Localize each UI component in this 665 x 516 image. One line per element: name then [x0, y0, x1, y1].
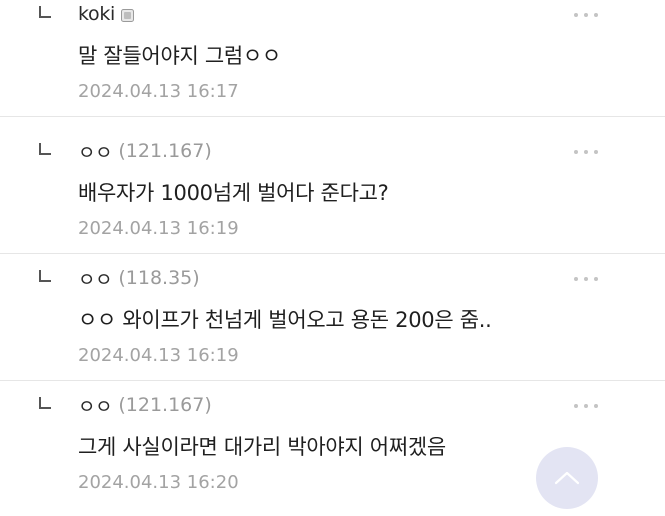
comment-nickname[interactable]: ㅇㅇ [78, 138, 113, 165]
comment-ip: (121.167) [118, 394, 212, 416]
comment-date: 2024.04.13 16:19 [78, 345, 239, 366]
comment-author-line: koki [78, 1, 135, 27]
comment-author-line: ㅇㅇ (118.35) [78, 265, 200, 291]
comment-date: 2024.04.13 16:20 [78, 472, 239, 493]
more-dots-icon[interactable] [573, 149, 599, 155]
comment-ip: (118.35) [118, 267, 200, 289]
reply-arrow-icon [39, 397, 51, 409]
comment-nickname[interactable]: ㅇㅇ [78, 392, 113, 419]
comment-ip: (121.167) [118, 140, 212, 162]
comment-item: ㅇㅇ (121.167) 배우자가 1000넘게 벌어다 준다고? 2024.0… [0, 127, 665, 254]
comment-content: ㅇㅇ 와이프가 천넘게 벌어오고 용돈 200은 줌.. [78, 308, 492, 332]
more-dots-icon[interactable] [573, 276, 599, 282]
comment-date: 2024.04.13 16:19 [78, 218, 239, 239]
reply-arrow-icon [39, 143, 51, 155]
comment-item: koki 말 잘들어야지 그럼ㅇㅇ 2024.04.13 16:17 [0, 0, 665, 117]
chevron-up-icon [554, 471, 580, 485]
reply-arrow-icon [39, 6, 51, 18]
comment-nickname[interactable]: ㅇㅇ [78, 265, 113, 292]
comment-content: 말 잘들어야지 그럼ㅇㅇ [78, 44, 281, 68]
reply-arrow-icon [39, 270, 51, 282]
comment-content: 그게 사실이라면 대가리 박아야지 어쩌겠음 [78, 435, 446, 459]
comment-author-line: ㅇㅇ (121.167) [78, 138, 212, 164]
comment-nickname[interactable]: koki [78, 3, 115, 25]
comment-content: 배우자가 1000넘게 벌어다 준다고? [78, 181, 389, 205]
scroll-top-button[interactable] [536, 447, 598, 509]
more-dots-icon[interactable] [573, 12, 599, 18]
member-badge-icon [121, 8, 135, 22]
comment-item: ㅇㅇ (118.35) ㅇㅇ 와이프가 천넘게 벌어오고 용돈 200은 줌..… [0, 254, 665, 381]
comment-author-line: ㅇㅇ (121.167) [78, 392, 212, 418]
comment-date: 2024.04.13 16:17 [78, 81, 239, 102]
more-dots-icon[interactable] [573, 403, 599, 409]
